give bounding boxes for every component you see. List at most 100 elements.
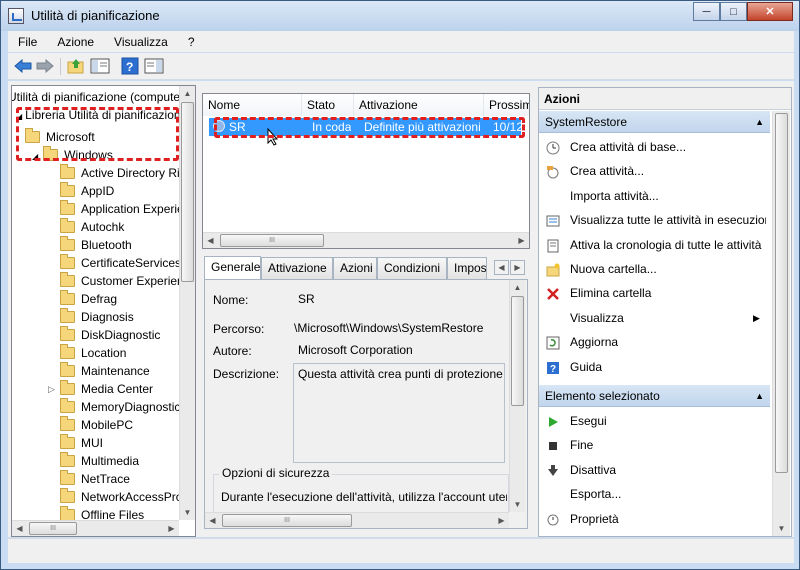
scroll-left-arrow-icon[interactable]: ◀ [12, 521, 27, 536]
tab-scroll-right-icon[interactable]: ▶ [510, 260, 525, 275]
action-item[interactable]: Importa attività... [539, 185, 770, 207]
tree-folder-item[interactable]: Maintenance [60, 362, 179, 380]
tab-attivazione[interactable]: Attivazione [261, 257, 333, 279]
task-list-horizontal-scrollbar[interactable]: ◀ III ▶ [203, 232, 529, 248]
scroll-right-arrow-icon[interactable]: ▶ [514, 233, 529, 248]
details-horizontal-scrollbar[interactable]: ◀ III ▶ [205, 512, 509, 528]
action-item[interactable]: Crea attività... [539, 160, 770, 182]
column-header-next-run[interactable]: Prossima esecuzione [484, 94, 529, 116]
scroll-down-arrow-icon[interactable]: ▼ [510, 497, 525, 512]
help-icon[interactable]: ? [119, 56, 141, 76]
tree-folder-item[interactable]: MUI [60, 434, 179, 452]
tree-folder-item[interactable]: DiskDiagnostic [60, 326, 179, 344]
expand-triangle-icon[interactable]: ◢ [32, 152, 38, 161]
tree-folder-item[interactable]: Customer Experience Improvement Program [60, 272, 179, 290]
scroll-left-arrow-icon[interactable]: ◀ [203, 233, 218, 248]
tab-impostazioni[interactable]: Impostazioni [447, 257, 487, 279]
tree-folder-item[interactable]: AppID [60, 182, 179, 200]
collapse-triangle-icon[interactable]: ▲ [755, 111, 764, 133]
tree-folder-item[interactable]: ▷ Media Center [48, 380, 179, 398]
general-tab-content: Nome: SR Percorso: \Microsoft\Windows\Sy… [204, 279, 528, 529]
scroll-thumb[interactable]: III [220, 234, 324, 247]
expand-triangle-icon[interactable]: ▷ [48, 380, 55, 398]
tree-root[interactable]: Utilità di pianificazione (computer loca… [12, 88, 179, 106]
scroll-thumb[interactable] [181, 102, 194, 282]
tree-folder-item[interactable]: Diagnosis [60, 308, 179, 326]
action-item[interactable]: Esporta... [539, 483, 770, 505]
task-row-selected[interactable]: SR In coda Definite più attivazioni 10/1… [209, 118, 521, 136]
tree-horizontal-scrollbar[interactable]: ◀ III ▶ [12, 520, 179, 536]
tree-vertical-scrollbar[interactable]: ▲ ▼ [179, 86, 195, 520]
tree-folder-item[interactable]: Location [60, 344, 179, 362]
tree-folder-item[interactable]: Bluetooth [60, 236, 179, 254]
scroll-down-arrow-icon[interactable]: ▼ [774, 521, 789, 536]
maximize-button[interactable]: □ [720, 2, 747, 21]
action-item[interactable]: Fine [539, 434, 770, 456]
tree-folder-item[interactable]: Multimedia [60, 452, 179, 470]
action-item[interactable]: Visualizza tutte le attività in esecuzio… [539, 209, 770, 231]
scroll-down-arrow-icon[interactable]: ▼ [180, 505, 195, 520]
collapse-triangle-icon[interactable]: ▲ [755, 385, 764, 407]
forward-arrow-icon[interactable] [34, 56, 56, 76]
description-field[interactable]: Questa attività crea punti di protezione… [293, 363, 505, 463]
action-item[interactable]: Visualizza ▶ [539, 307, 770, 329]
tree-folder-item[interactable]: Active Directory Rights Management Servi… [60, 164, 179, 182]
name-field[interactable]: SR [293, 289, 505, 309]
menu-help[interactable]: ? [178, 35, 205, 49]
scroll-thumb[interactable]: III [29, 522, 77, 535]
scroll-left-arrow-icon[interactable]: ◀ [205, 513, 220, 528]
show-hide-tree-icon[interactable] [89, 56, 111, 76]
tree-folder-label: Active Directory Rights Management Servi… [81, 166, 179, 180]
action-item[interactable]: Attiva la cronologia di tutte le attivit… [539, 234, 770, 256]
scroll-up-arrow-icon[interactable]: ▲ [180, 86, 195, 101]
tree-library[interactable]: ◢ Libreria Utilità di pianificazione [16, 106, 179, 124]
menu-file[interactable]: File [8, 35, 47, 49]
action-item[interactable]: Elimina cartella [539, 282, 770, 304]
actions-vertical-scrollbar[interactable]: ▼ [772, 111, 790, 536]
section-systemrestore-header[interactable]: SystemRestore ▲ [539, 111, 770, 133]
tree-folder-item[interactable]: MobilePC [60, 416, 179, 434]
tab-scroll-left-icon[interactable]: ◀ [494, 260, 509, 275]
tree-windows[interactable]: ◢ Windows [32, 146, 113, 164]
minimize-button[interactable]: ─ [693, 2, 720, 21]
scroll-thumb[interactable] [511, 296, 524, 406]
scroll-thumb[interactable] [775, 113, 788, 473]
menu-visualizza[interactable]: Visualizza [104, 35, 178, 49]
up-folder-icon[interactable] [65, 56, 87, 76]
action-item[interactable]: Esegui [539, 410, 770, 432]
expand-triangle-icon[interactable]: ◢ [16, 112, 22, 121]
tree-folder-item[interactable]: Application Experience [60, 200, 179, 218]
tab-condizioni[interactable]: Condizioni [377, 257, 447, 279]
tree-folder-item[interactable]: NetworkAccessProtection [60, 488, 179, 506]
column-header-state[interactable]: Stato [302, 94, 354, 116]
show-hide-action-pane-icon[interactable] [143, 56, 165, 76]
action-item[interactable]: Disattiva [539, 459, 770, 481]
section-selected-item-header[interactable]: Elemento selezionato ▲ [539, 385, 770, 407]
tree-microsoft[interactable]: Microsoft [25, 128, 95, 146]
action-item[interactable]: Proprietà [539, 508, 770, 530]
scroll-right-arrow-icon[interactable]: ▶ [494, 513, 509, 528]
scroll-thumb[interactable]: III [222, 514, 352, 527]
scroll-up-arrow-icon[interactable]: ▲ [510, 280, 525, 295]
action-item[interactable]: Aggiorna [539, 331, 770, 353]
close-button[interactable]: ✕ [747, 2, 793, 21]
tree-folder-item[interactable]: Autochk [60, 218, 179, 236]
title-bar[interactable]: Utilità di pianificazione ─ □ ✕ [1, 1, 799, 31]
tree-folder-item[interactable]: Defrag [60, 290, 179, 308]
author-field[interactable]: Microsoft Corporation [293, 340, 505, 360]
scroll-right-arrow-icon[interactable]: ▶ [164, 521, 179, 536]
tree-folder-item[interactable]: CertificateServicesClient [60, 254, 179, 272]
action-item[interactable]: ? Guida [539, 356, 770, 378]
menu-azione[interactable]: Azione [47, 35, 104, 49]
action-item[interactable]: Nuova cartella... [539, 258, 770, 280]
tab-generale[interactable]: Generale [204, 256, 261, 279]
back-arrow-icon[interactable] [12, 56, 34, 76]
path-field[interactable]: \Microsoft\Windows\SystemRestore [293, 318, 505, 338]
action-item[interactable]: Crea attività di base... [539, 136, 770, 158]
column-header-name[interactable]: Nome [203, 94, 302, 116]
tree-folder-item[interactable]: NetTrace [60, 470, 179, 488]
details-vertical-scrollbar[interactable]: ▲ ▼ [509, 280, 525, 512]
tab-azioni[interactable]: Azioni [333, 257, 377, 279]
tree-folder-item[interactable]: MemoryDiagnostic [60, 398, 179, 416]
column-header-trigger[interactable]: Attivazione [354, 94, 484, 116]
